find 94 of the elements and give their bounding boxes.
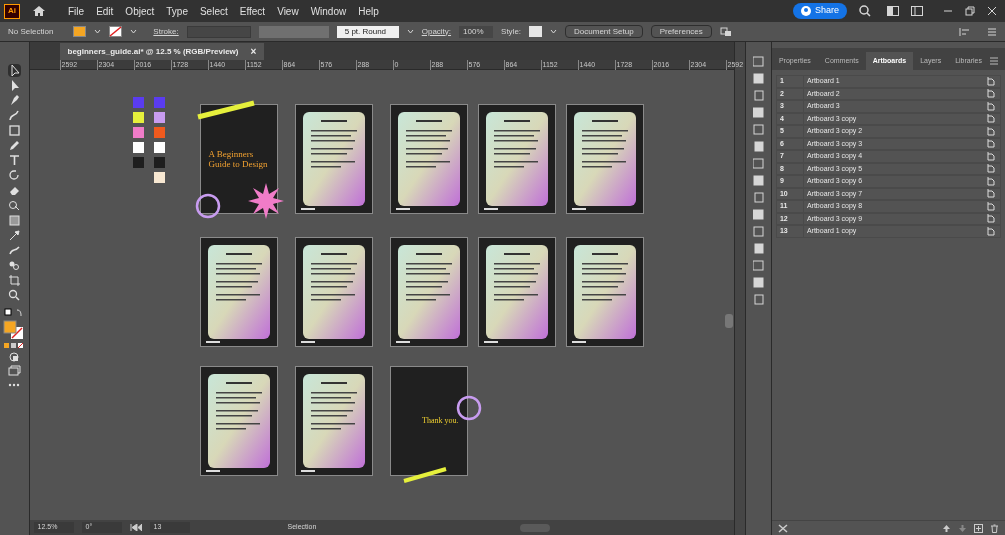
menu-item[interactable]: Help [352, 3, 385, 19]
horizontal-scrollbar-thumb[interactable] [519, 523, 550, 532]
draw-mode-icon[interactable] [7, 351, 21, 363]
opacity-field[interactable]: 100% [459, 25, 494, 38]
caret-icon[interactable] [94, 29, 102, 34]
puppet-warp-icon[interactable] [7, 244, 21, 257]
caret-icon[interactable] [406, 29, 414, 34]
document-tab[interactable]: beginners_guide.ai* @ 12.5 % (RGB/Preview) × [59, 43, 265, 60]
app-logo: Ai [4, 3, 20, 19]
footer-text-line [571, 341, 586, 343]
artboard-options-icon[interactable] [987, 176, 995, 186]
document-setup-button[interactable]: Document Setup [565, 25, 643, 38]
footer-text-line [483, 208, 498, 210]
person-icon[interactable] [800, 6, 811, 16]
close-tab-button[interactable]: × [250, 44, 257, 59]
artboard-options-icon[interactable] [987, 114, 995, 124]
artboard-options-icon[interactable] [987, 201, 995, 211]
variable-width-field[interactable] [258, 25, 329, 38]
arrange-icon[interactable] [719, 26, 732, 37]
opacity-label: Opacity: [421, 25, 452, 38]
move-up-icon[interactable] [942, 523, 951, 533]
footer-text-line [300, 470, 315, 472]
restore-icon[interactable] [965, 6, 975, 16]
selection-icon[interactable] [7, 64, 21, 77]
artboard-options-icon[interactable] [987, 226, 995, 236]
artboard-options-icon[interactable] [987, 101, 995, 111]
menu-item[interactable]: Select [193, 3, 234, 19]
footer-text-line [300, 341, 315, 343]
eyedropper-icon[interactable] [7, 229, 21, 242]
footer-text-line [395, 341, 410, 343]
search-icon[interactable] [859, 5, 871, 17]
caret-icon[interactable] [130, 29, 138, 34]
selection-label: No Selection [8, 25, 54, 38]
shape-builder-icon[interactable] [7, 199, 21, 212]
more-tools-icon[interactable] [8, 383, 21, 387]
menu-item[interactable]: Effect [233, 3, 272, 19]
workspace-icon[interactable] [911, 6, 923, 16]
menu-item[interactable]: Window [304, 3, 353, 19]
rotate-icon[interactable] [7, 169, 21, 182]
style-swatch[interactable] [529, 26, 543, 37]
rearrange-icon[interactable] [777, 523, 788, 533]
footer-text-line [205, 470, 220, 472]
menu-item[interactable]: File [62, 3, 91, 19]
artboard-options-icon[interactable] [987, 189, 995, 199]
curvature-icon[interactable] [7, 109, 21, 122]
brush-field[interactable]: 5 pt. Round [336, 25, 399, 38]
arrange-documents-icon[interactable] [887, 6, 899, 16]
artboard-options-icon[interactable] [987, 164, 995, 174]
share-button[interactable]: Share [792, 3, 847, 19]
rectangle-icon[interactable] [7, 124, 21, 137]
footer-text-line [483, 341, 498, 343]
menu-item[interactable]: Edit [90, 3, 120, 19]
footer-text-line [300, 208, 315, 210]
zoom-icon[interactable] [7, 289, 21, 302]
new-artboard-icon[interactable] [974, 523, 983, 533]
footer-text-line [205, 341, 220, 343]
menu-icon[interactable] [989, 57, 999, 65]
scrollbar-icon[interactable] [724, 314, 733, 328]
symbol-sprayer-icon[interactable] [7, 259, 21, 272]
artboard-options-icon[interactable] [987, 139, 995, 149]
fill-stroke-icon[interactable] [3, 320, 26, 340]
stroke-label: Stroke: [153, 25, 179, 38]
caret-icon[interactable] [550, 29, 558, 34]
artboard-options-icon[interactable] [987, 214, 995, 224]
thank-you-title: Thank you. [422, 415, 459, 427]
first-artboard-icon[interactable] [129, 524, 142, 531]
menu-item[interactable]: Object [119, 3, 161, 19]
screen-mode-icon[interactable] [7, 365, 21, 377]
menu-icon[interactable] [987, 26, 997, 37]
delete-icon[interactable] [990, 523, 999, 533]
eraser-icon[interactable] [7, 184, 21, 197]
pencil-icon[interactable] [7, 139, 21, 152]
footer-text-line [571, 208, 586, 210]
stripe-drawing [401, 467, 448, 483]
color-modes-icon[interactable] [3, 342, 26, 349]
type-icon[interactable] [7, 154, 21, 167]
ring-drawing [455, 395, 482, 421]
style-label: Style: [501, 25, 522, 38]
artboard-options-icon[interactable] [987, 126, 995, 136]
menu-item[interactable]: Type [160, 3, 194, 19]
close-icon[interactable] [987, 6, 997, 16]
preferences-button[interactable]: Preferences [650, 25, 712, 38]
artboard-options-icon[interactable] [987, 151, 995, 161]
stroke-weight-field[interactable] [186, 25, 251, 38]
fill-swatch[interactable] [73, 26, 87, 37]
cover-title: A Beginners Guide to Design [208, 149, 269, 169]
artboard-tool-icon[interactable] [7, 274, 21, 287]
swap-colors-icon[interactable] [4, 308, 25, 318]
stroke-none-swatch[interactable] [109, 26, 123, 37]
menu-item[interactable]: View [271, 3, 305, 19]
artboard-options-icon[interactable] [987, 89, 995, 99]
footer-text-line [395, 208, 410, 210]
artboard-options-icon[interactable] [987, 76, 995, 86]
home-icon[interactable] [32, 5, 46, 17]
